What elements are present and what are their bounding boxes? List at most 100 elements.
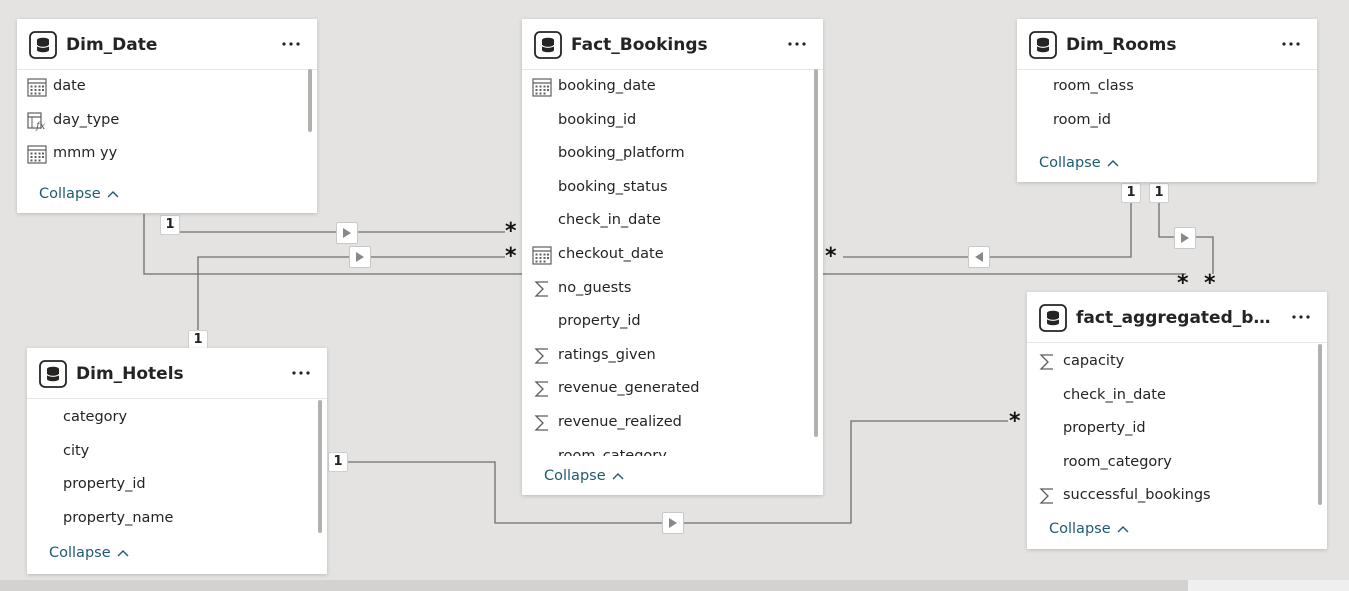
collapse-label: Collapse <box>49 545 111 561</box>
field-name: check_in_date <box>1063 386 1166 403</box>
collapse-button[interactable]: Collapse <box>39 186 119 202</box>
more-options-icon[interactable] <box>1279 33 1303 55</box>
model-canvas[interactable]: 1 1 1 1 1 * * * * * * Dim_Date date fx d… <box>0 0 1349 591</box>
table-icon <box>29 31 57 59</box>
collapse-button[interactable]: Collapse <box>1039 155 1119 171</box>
canvas-scrollbar-gap <box>1188 580 1349 591</box>
field-row[interactable]: check_in_date <box>1027 379 1327 413</box>
more-options-icon[interactable] <box>785 33 809 55</box>
scrollbar[interactable] <box>308 69 312 132</box>
filter-arrow-right-icon[interactable] <box>349 246 371 268</box>
field-name: property_id <box>1063 420 1146 437</box>
more-options-icon[interactable] <box>1289 306 1313 328</box>
field-row[interactable]: booking_date <box>522 70 823 104</box>
field-list[interactable]: capacity check_in_date property_id room_… <box>1027 345 1327 513</box>
scrollbar[interactable] <box>1318 344 1322 505</box>
field-name: day_type <box>53 111 120 128</box>
table-header[interactable]: Dim_Rooms <box>1017 19 1317 70</box>
field-list[interactable]: booking_date booking_id booking_platform… <box>522 70 823 456</box>
table-card-fact-aggregated-bookings[interactable]: fact_aggregated_booki... capacity check_… <box>1027 292 1327 549</box>
field-row[interactable]: room_category <box>1027 446 1327 480</box>
field-name: check_in_date <box>558 212 661 229</box>
field-list[interactable]: category city property_id property_name <box>27 401 327 536</box>
field-row[interactable]: property_id <box>27 468 327 502</box>
table-card-dim-rooms[interactable]: Dim_Rooms room_class room_id Collapse <box>1017 19 1317 182</box>
field-name: category <box>63 409 128 425</box>
field-name: booking_id <box>558 111 637 128</box>
cardinality-many-label: * <box>1204 271 1216 296</box>
cardinality-one-label: 1 <box>160 215 180 235</box>
field-list[interactable]: date fx day_type mmm yy <box>17 70 317 171</box>
field-name: booking_platform <box>558 145 685 162</box>
field-name: room_id <box>1053 111 1111 128</box>
table-icon <box>39 360 67 388</box>
field-name: room_category <box>558 447 667 456</box>
field-row[interactable]: property_id <box>1027 412 1327 446</box>
table-card-fact-bookings[interactable]: Fact_Bookings booking_date booking_id bo… <box>522 19 823 495</box>
cardinality-many-label: * <box>505 219 517 244</box>
field-row[interactable]: no_guests <box>522 272 823 306</box>
field-row[interactable]: successful_bookings <box>1027 479 1327 513</box>
field-list[interactable]: room_class room_id <box>1017 70 1317 138</box>
table-title: Dim_Date <box>66 35 158 55</box>
field-row[interactable]: mmm yy <box>17 137 317 171</box>
table-title: Dim_Hotels <box>76 364 184 384</box>
table-header[interactable]: Dim_Date <box>17 19 317 70</box>
more-options-icon[interactable] <box>289 362 313 384</box>
filter-arrow-right-icon[interactable] <box>662 512 684 534</box>
field-row[interactable]: revenue_generated <box>522 372 823 406</box>
cardinality-one-label: 1 <box>1121 183 1141 203</box>
cardinality-many-label: * <box>505 244 517 269</box>
collapse-button[interactable]: Collapse <box>1049 521 1129 537</box>
table-card-dim-date[interactable]: Dim_Date date fx day_type mmm yy Collaps… <box>17 19 317 213</box>
table-header[interactable]: fact_aggregated_booki... <box>1027 292 1327 343</box>
table-header[interactable]: Dim_Hotels <box>27 348 327 399</box>
field-row[interactable]: room_id <box>1017 104 1317 138</box>
field-row[interactable]: date <box>17 70 317 104</box>
sigma-icon <box>1039 354 1053 370</box>
field-name: date <box>53 78 86 94</box>
table-icon <box>534 31 562 59</box>
collapse-label: Collapse <box>1039 155 1101 171</box>
field-row[interactable]: booking_id <box>522 104 823 138</box>
collapse-label: Collapse <box>1049 521 1111 537</box>
field-row[interactable]: city <box>27 435 327 469</box>
field-name: property_name <box>63 509 174 526</box>
svg-text:fx: fx <box>35 121 46 131</box>
table-card-dim-hotels[interactable]: Dim_Hotels category city property_id pro… <box>27 348 327 574</box>
collapse-label: Collapse <box>544 468 606 484</box>
field-row[interactable]: checkout_date <box>522 238 823 272</box>
field-row[interactable]: property_id <box>522 305 823 339</box>
field-row[interactable]: room_class <box>1017 70 1317 104</box>
field-name: city <box>63 442 90 459</box>
canvas-horizontal-scrollbar[interactable] <box>0 580 1349 591</box>
chevron-up-icon <box>107 191 119 198</box>
field-row[interactable]: booking_status <box>522 171 823 205</box>
field-name: revenue_realized <box>558 413 682 430</box>
field-row[interactable]: booking_platform <box>522 137 823 171</box>
collapse-button[interactable]: Collapse <box>544 468 624 484</box>
more-options-icon[interactable] <box>279 33 303 55</box>
table-header[interactable]: Fact_Bookings <box>522 19 823 70</box>
cardinality-many-label: * <box>825 244 837 269</box>
field-row[interactable]: room_category <box>522 440 823 456</box>
scrollbar[interactable] <box>318 400 322 533</box>
field-row[interactable]: ratings_given <box>522 339 823 373</box>
field-row[interactable]: property_name <box>27 502 327 536</box>
cardinality-one-label: 1 <box>188 330 208 350</box>
field-name: no_guests <box>558 279 632 296</box>
filter-arrow-right-icon[interactable] <box>336 222 358 244</box>
collapse-button[interactable]: Collapse <box>49 545 129 561</box>
sigma-icon <box>534 415 548 431</box>
calendar-icon <box>532 78 552 97</box>
cardinality-one-label: 1 <box>328 452 348 472</box>
table-title: fact_aggregated_booki... <box>1076 308 1281 328</box>
filter-arrow-right-icon[interactable] <box>1174 227 1196 249</box>
field-row[interactable]: category <box>27 401 327 435</box>
field-row[interactable]: check_in_date <box>522 204 823 238</box>
field-row[interactable]: fx day_type <box>17 104 317 138</box>
field-row[interactable]: revenue_realized <box>522 406 823 440</box>
field-row[interactable]: capacity <box>1027 345 1327 379</box>
scrollbar[interactable] <box>814 69 818 437</box>
filter-arrow-left-icon[interactable] <box>968 246 990 268</box>
